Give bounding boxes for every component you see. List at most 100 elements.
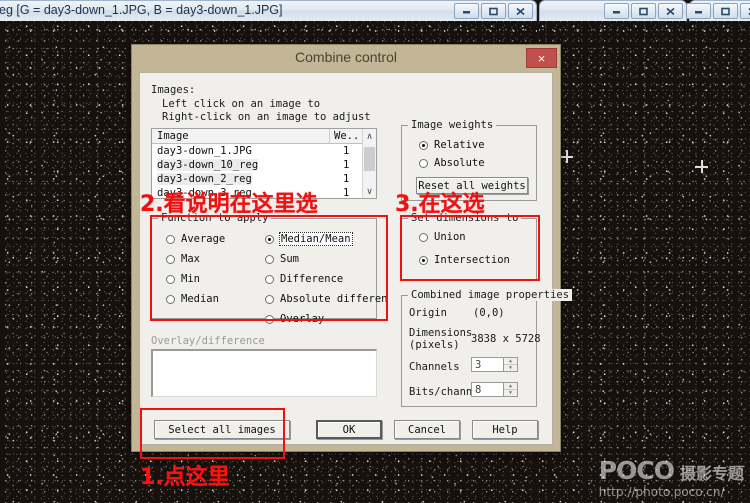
combined-image-properties-title: Combined image properties [408, 289, 573, 301]
watermark-url: http://photo.poco.cn/ [598, 485, 725, 499]
radio-dot-icon [265, 234, 274, 244]
radio-label: Intersection [434, 254, 510, 266]
bits-stepper[interactable]: 8 ▲ ▼ [471, 382, 518, 397]
radio-absolute[interactable]: Absolute [419, 157, 485, 169]
help-button[interactable]: Help [472, 420, 538, 439]
radio-relative[interactable]: Relative [419, 139, 485, 151]
radio-absolute-difference[interactable]: Absolute differen [265, 293, 387, 305]
overlay-difference-label: Overlay/difference [151, 335, 265, 347]
table-row[interactable]: day3-down_2_reg 1 [152, 173, 376, 187]
list-scrollbar[interactable]: ∧ ∨ [362, 129, 376, 198]
crosshair-marker-2 [695, 160, 708, 173]
radio-median-mean[interactable]: Median/Mean [265, 232, 353, 246]
radio-label: Median [181, 293, 219, 305]
annotation-step2: 2.看说明在这里选 [140, 192, 318, 217]
radio-dot-icon [419, 232, 428, 242]
dimensions-label-line1: Dimensions [409, 327, 473, 339]
radio-min[interactable]: Min [166, 273, 200, 285]
minimize-icon[interactable] [454, 3, 479, 19]
images-hint-line2: Right-click on an image to adjust [162, 111, 371, 123]
radio-label: Sum [280, 253, 299, 265]
annotation-step1: 1.点这里 [140, 465, 230, 490]
window-title-1: eg [G = day3-down_1.JPG, B = day3-down_1… [0, 3, 283, 17]
list-column-image: Image [157, 130, 189, 142]
close-icon[interactable]: × [526, 48, 557, 68]
list-item-weight: 1 [343, 159, 350, 171]
set-dimensions-group: Set dimensions to Union Intersection [401, 212, 537, 280]
radio-label: Overlay [280, 313, 325, 325]
table-row[interactable]: day3-down_10_reg 1 [152, 159, 376, 173]
radio-sum[interactable]: Sum [265, 253, 299, 265]
radio-label: Median/Mean [279, 232, 353, 246]
spinner-arrows-icon[interactable]: ▲ ▼ [503, 382, 518, 397]
radio-label: Average [181, 233, 226, 245]
dimensions-label-line2: (pixels) [409, 339, 460, 351]
radio-label: Absolute [434, 157, 485, 169]
bits-value[interactable]: 8 [471, 382, 503, 397]
maximize-icon[interactable] [631, 3, 656, 19]
chevron-down-icon[interactable]: ∨ [363, 184, 376, 198]
chevron-up-icon[interactable]: ∧ [363, 129, 376, 143]
scrollbar-thumb[interactable] [364, 147, 375, 171]
cancel-button[interactable]: Cancel [394, 420, 460, 439]
radio-label: Difference [280, 273, 344, 285]
window-titlebar-3 [686, 0, 750, 21]
radio-intersection[interactable]: Intersection [419, 254, 510, 266]
list-item-name: day3-down_2_reg [157, 173, 252, 185]
close-icon[interactable] [508, 3, 533, 19]
window-titlebar-2 [539, 0, 687, 21]
watermark: POCO 摄影专题 http://photo.poco.cn/ [599, 458, 744, 499]
window-buttons-3 [686, 3, 750, 19]
radio-dot-icon [265, 314, 274, 324]
window-buttons-2 [604, 3, 683, 19]
origin-value: (0,0) [473, 307, 505, 319]
radio-union[interactable]: Union [419, 231, 466, 243]
window-buttons-1 [454, 3, 533, 19]
combine-control-dialog: Combine control × Images: Left click on … [131, 44, 573, 452]
radio-label: Absolute differen [280, 293, 388, 305]
radio-average[interactable]: Average [166, 233, 225, 245]
radio-max[interactable]: Max [166, 253, 200, 265]
minimize-icon[interactable] [604, 3, 629, 19]
radio-dot-icon [419, 140, 428, 150]
overlay-difference-input[interactable] [151, 349, 377, 397]
radio-label: Min [181, 273, 200, 285]
function-to-apply-group: Function to apply Average Max Min Median [151, 212, 387, 325]
radio-label: Max [181, 253, 200, 265]
radio-label: Relative [434, 139, 485, 151]
channels-label: Channels [409, 361, 460, 373]
screen: eg [G = day3-down_1.JPG, B = day3-down_1… [0, 0, 750, 503]
radio-dot-icon [265, 254, 274, 264]
list-item-weight: 1 [343, 145, 350, 157]
maximize-icon[interactable] [481, 3, 506, 19]
radio-dot-icon [265, 274, 274, 284]
ok-button[interactable]: OK [316, 420, 382, 439]
minimize-icon[interactable] [686, 3, 711, 19]
image-weights-title: Image weights [408, 119, 497, 131]
close-icon[interactable] [658, 3, 683, 19]
list-column-weight: We.. [334, 130, 360, 142]
close-icon[interactable] [740, 3, 750, 19]
dimensions-value: 3838 x 5728 [471, 333, 541, 345]
radio-median[interactable]: Median [166, 293, 219, 305]
radio-dot-icon [419, 255, 428, 265]
table-row[interactable]: day3-down_1.JPG 1 [152, 145, 376, 159]
spinner-arrows-icon[interactable]: ▲ ▼ [503, 357, 518, 372]
list-item-name: day3-down_1.JPG [157, 145, 252, 157]
origin-label: Origin [409, 307, 447, 319]
radio-dot-icon [265, 294, 274, 304]
watermark-brand: POCO [598, 456, 675, 485]
dialog-title: Combine control [295, 49, 397, 65]
radio-overlay[interactable]: Overlay [265, 313, 324, 325]
channels-value[interactable]: 3 [471, 357, 503, 372]
select-all-images-button[interactable]: Select all images [154, 420, 290, 439]
crosshair-marker-1 [560, 150, 573, 163]
maximize-icon[interactable] [713, 3, 738, 19]
list-item-weight: 1 [343, 173, 350, 185]
channels-stepper[interactable]: 3 ▲ ▼ [471, 357, 518, 372]
radio-difference[interactable]: Difference [265, 273, 343, 285]
star-image-2 [539, 21, 687, 503]
images-hint-line1: Left click on an image to [162, 98, 321, 110]
window-titlebar-1: eg [G = day3-down_1.JPG, B = day3-down_1… [0, 0, 537, 21]
list-header: Image We.. [152, 129, 376, 144]
